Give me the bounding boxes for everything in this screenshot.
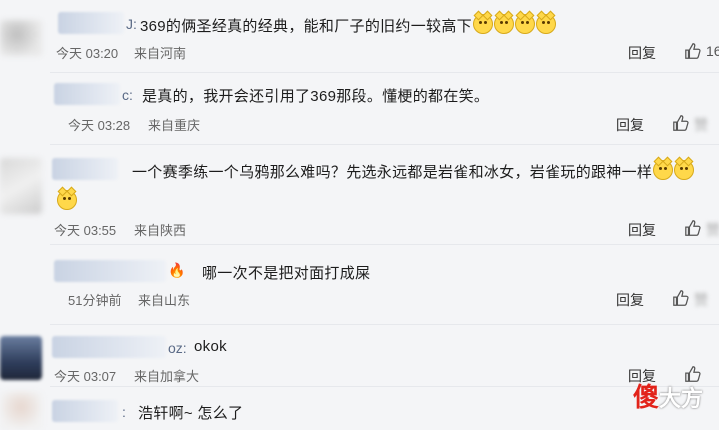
username-tail: J: bbox=[126, 16, 137, 32]
comment-2: c: 是真的，我开会还引用了369那段。懂梗的都在笑。 今天 03:28 来自重… bbox=[0, 74, 719, 142]
comment-location: 来自山东 bbox=[138, 293, 191, 308]
watermark-first-char: 傻 bbox=[632, 382, 659, 412]
username-tail: oz: bbox=[168, 340, 187, 356]
username[interactable] bbox=[58, 12, 124, 34]
like-count: 16 bbox=[706, 43, 719, 59]
username[interactable] bbox=[54, 83, 120, 105]
comment-time: 今天 03:28 bbox=[68, 118, 131, 133]
cat-emoji-icon bbox=[493, 10, 514, 34]
comment-3: 一个赛季练一个乌鸦那么难吗？先选永远都是岩雀和冰女，岩雀玩的跟神一样 今天 03… bbox=[0, 146, 719, 242]
watermark-rest: 大方 bbox=[658, 386, 703, 411]
avatar[interactable] bbox=[0, 392, 42, 430]
comment-text: okok bbox=[194, 338, 227, 355]
cat-emoji-icon bbox=[514, 10, 535, 34]
username-tail: : bbox=[122, 404, 126, 420]
comment-time: 51分钟前 bbox=[68, 293, 122, 308]
username[interactable] bbox=[52, 158, 118, 180]
reply-button[interactable]: 回复 bbox=[616, 290, 644, 310]
cat-emoji-icon bbox=[674, 156, 695, 180]
comment-location: 来自河南 bbox=[134, 46, 187, 61]
divider bbox=[50, 386, 719, 387]
reply-button[interactable]: 回复 bbox=[628, 43, 656, 63]
comment-location: 来自加拿大 bbox=[134, 369, 200, 384]
comment-text: 浩轩啊~ 怎么了 bbox=[138, 405, 244, 422]
comment-1: J: 369的俩圣经真的经典，能和厂子的旧约一较高下 今天 03:20 来自河南… bbox=[0, 0, 719, 70]
username-tail: c: bbox=[122, 87, 133, 103]
thumbs-up-icon[interactable] bbox=[684, 219, 702, 237]
cat-emoji-icon bbox=[472, 10, 493, 34]
watermark-logo: 傻大方 bbox=[633, 377, 703, 414]
comment-text: 369的俩圣经真的经典，能和厂子的旧约一较高下 bbox=[140, 10, 556, 36]
reply-button[interactable]: 回复 bbox=[628, 220, 656, 240]
avatar[interactable] bbox=[0, 158, 42, 214]
comment-location: 来自重庆 bbox=[148, 118, 201, 133]
divider bbox=[50, 324, 719, 325]
avatar[interactable] bbox=[0, 20, 42, 56]
cat-emoji-icon bbox=[57, 186, 77, 210]
comment-text: 哪一次不是把对面打成屎 bbox=[202, 265, 371, 282]
comment-location: 来自陕西 bbox=[134, 223, 187, 238]
cat-emoji-icon bbox=[653, 156, 674, 180]
cat-emoji-icon bbox=[535, 10, 556, 34]
comment-text: 是真的，我开会还引用了369那段。懂梗的都在笑。 bbox=[142, 88, 490, 105]
comment-time: 今天 03:07 bbox=[54, 369, 117, 384]
like-count: 赞 bbox=[706, 222, 719, 238]
comment-5: oz: okok 今天 03:07 来自加拿大 回复 bbox=[0, 330, 719, 386]
comment-time: 今天 03:20 bbox=[56, 46, 119, 61]
divider bbox=[50, 72, 719, 73]
thumbs-up-icon[interactable] bbox=[672, 114, 690, 132]
fire-emoji-icon: 🔥 bbox=[168, 262, 186, 278]
username[interactable] bbox=[54, 260, 166, 282]
comment-6: : 浩轩啊~ 怎么了 bbox=[0, 388, 719, 430]
comment-text-content: 一个赛季练一个乌鸦那么难吗？先选永远都是岩雀和冰女，岩雀玩的跟神一样 bbox=[132, 164, 653, 181]
comment-text-content: 369的俩圣经真的经典，能和厂子的旧约一较高下 bbox=[140, 18, 472, 35]
avatar[interactable] bbox=[0, 336, 42, 380]
like-count: 赞 bbox=[694, 292, 708, 308]
username[interactable] bbox=[52, 336, 166, 358]
reply-button[interactable]: 回复 bbox=[616, 115, 644, 135]
comment-text: 一个赛季练一个乌鸦那么难吗？先选永远都是岩雀和冰女，岩雀玩的跟神一样 bbox=[132, 156, 695, 182]
username[interactable] bbox=[52, 400, 118, 422]
divider bbox=[50, 244, 719, 245]
thumbs-up-icon[interactable] bbox=[684, 42, 702, 60]
comment-time: 今天 03:55 bbox=[54, 223, 117, 238]
divider bbox=[50, 144, 719, 145]
thumbs-up-icon[interactable] bbox=[672, 289, 690, 307]
like-count: 赞 bbox=[694, 117, 708, 133]
comment-4: 🔥 哪一次不是把对面打成屎 51分钟前 来自山东 回复 赞 bbox=[0, 252, 719, 322]
